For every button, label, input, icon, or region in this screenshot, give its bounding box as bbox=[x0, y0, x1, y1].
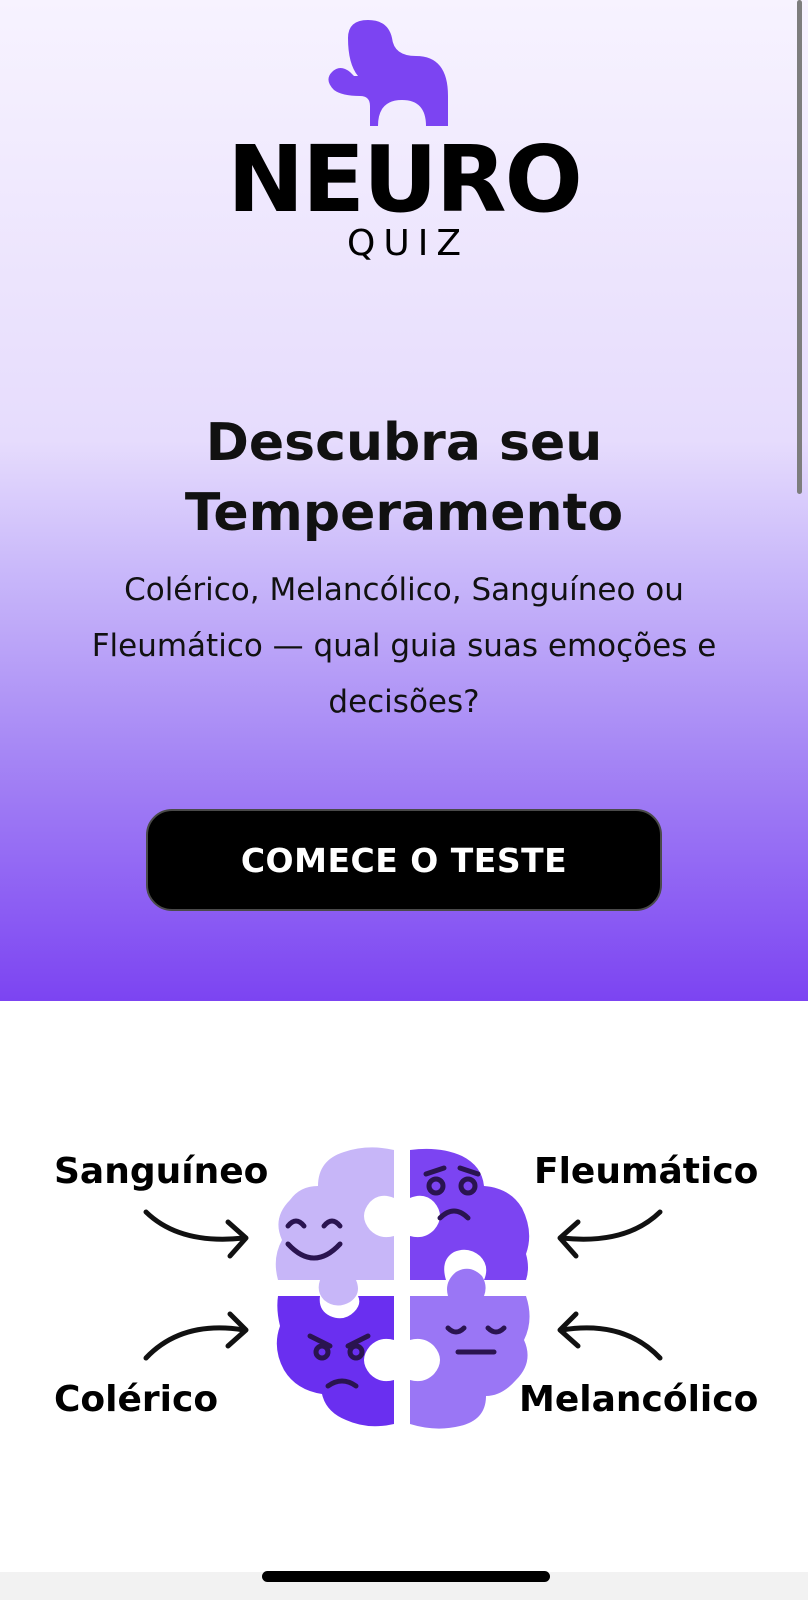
hero-description: Colérico, Melancólico, Sanguíneo ou Fleu… bbox=[91, 572, 717, 720]
melancolico-quadrant bbox=[410, 1268, 530, 1429]
page-title: Descubra seu Temperamento bbox=[184, 413, 624, 543]
sanguineo-quadrant bbox=[275, 1147, 394, 1306]
start-test-button[interactable]: COMECE O TESTE bbox=[146, 809, 662, 911]
colerico-quadrant bbox=[276, 1296, 394, 1427]
home-indicator[interactable] bbox=[262, 1571, 550, 1582]
logo-wordmark: NEURO bbox=[227, 126, 583, 233]
puzzle-piece-icon bbox=[328, 20, 448, 126]
temperament-brain-illustration bbox=[143, 1147, 663, 1429]
neuro-quiz-logo: NEURO QUIZ bbox=[0, 0, 808, 270]
fleumatico-quadrant bbox=[410, 1148, 530, 1280]
hero-section: NEURO QUIZ Descubra seu Temperamento Col… bbox=[0, 0, 808, 1001]
logo-subtitle: QUIZ bbox=[347, 223, 469, 264]
scrollbar[interactable] bbox=[797, 0, 802, 494]
